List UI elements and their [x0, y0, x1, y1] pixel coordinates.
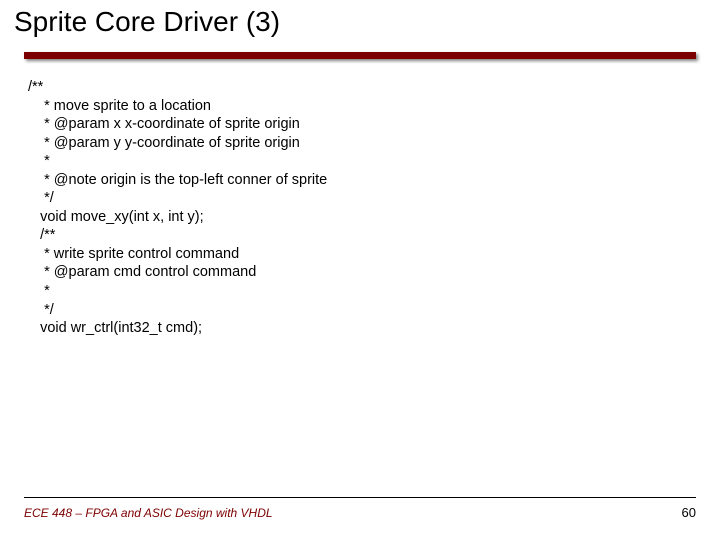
code-line: * @param cmd control command [28, 263, 688, 282]
code-line: * @param x x-coordinate of sprite origin [28, 115, 688, 134]
accent-bar [24, 52, 696, 59]
code-line: /** [28, 226, 688, 245]
code-line: */ [28, 189, 688, 208]
code-line: * move sprite to a location [28, 97, 688, 116]
code-line: * [28, 282, 688, 301]
code-line: * write sprite control command [28, 245, 688, 264]
slide: Sprite Core Driver (3) /** * move sprite… [0, 0, 720, 540]
code-line: void move_xy(int x, int y); [28, 208, 688, 227]
code-line: void wr_ctrl(int32_t cmd); [28, 319, 688, 338]
code-line: * [28, 152, 688, 171]
code-line: * @note origin is the top-left conner of… [28, 171, 688, 190]
slide-title: Sprite Core Driver (3) [14, 6, 280, 38]
code-line: /** [28, 78, 688, 97]
footer-course: ECE 448 – FPGA and ASIC Design with VHDL [24, 506, 273, 520]
code-line: * @param y y-coordinate of sprite origin [28, 134, 688, 153]
code-block: /** * move sprite to a location * @param… [28, 78, 688, 338]
code-line: */ [28, 301, 688, 320]
footer-divider [24, 497, 696, 498]
page-number: 60 [682, 505, 696, 520]
